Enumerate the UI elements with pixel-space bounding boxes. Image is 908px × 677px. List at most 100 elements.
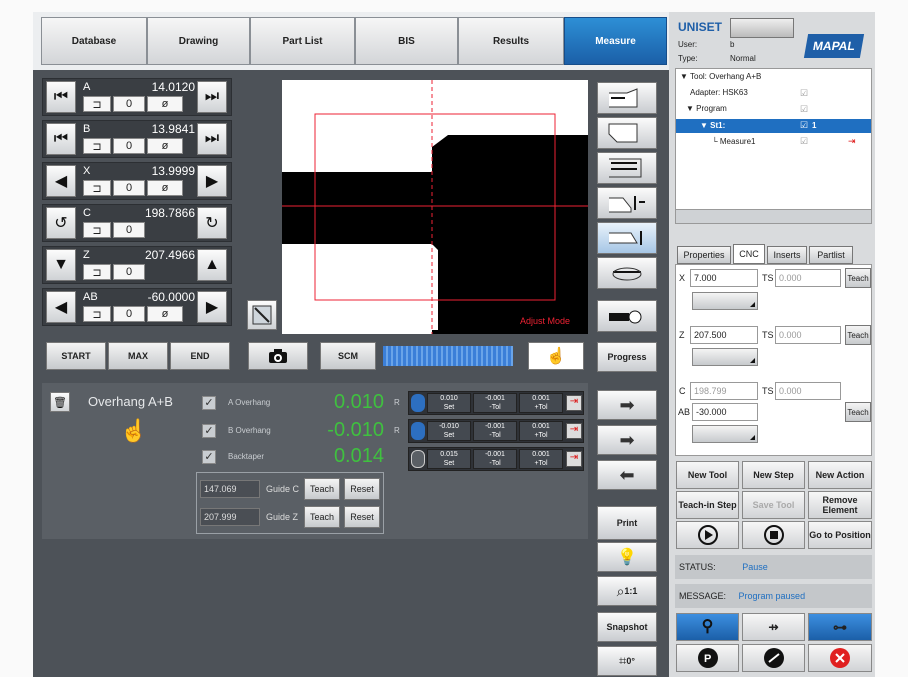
- arrow-right-icon[interactable]: ▶: [197, 165, 227, 197]
- new-action-button[interactable]: New Action: [808, 461, 872, 489]
- probe-measure-button[interactable]: ⇸: [742, 613, 805, 641]
- cnc-c-ts-field[interactable]: 0.000: [775, 382, 841, 400]
- cnc-x-teach-button[interactable]: Teach: [845, 268, 871, 288]
- axis-origin-icon[interactable]: ⊐: [83, 180, 111, 196]
- tab-bis[interactable]: BIS: [355, 17, 458, 65]
- set-cell[interactable]: 0.010 Set: [427, 393, 471, 413]
- checkbox-backtaper[interactable]: ✓: [202, 450, 216, 464]
- set-cell[interactable]: 0.015 Set: [427, 449, 471, 469]
- cnc-z-field[interactable]: 207.500: [690, 326, 758, 344]
- guide-c-reset-button[interactable]: Reset: [344, 478, 380, 500]
- light-button[interactable]: 💡: [597, 542, 657, 572]
- axis-phi[interactable]: ø: [147, 180, 183, 196]
- tab-cnc[interactable]: CNC: [733, 244, 765, 264]
- rotate-view-button[interactable]: ⌗ 0°: [597, 646, 657, 676]
- checkbox-a-overhang[interactable]: ✓: [202, 396, 216, 410]
- new-tool-button[interactable]: New Tool: [676, 461, 739, 489]
- cnc-x-dropdown[interactable]: [692, 292, 758, 310]
- axis-origin-icon[interactable]: ⊐: [83, 138, 111, 154]
- tree-item-adapter[interactable]: Adapter: HSK63: [690, 88, 748, 97]
- camera-button[interactable]: [248, 342, 308, 370]
- cnc-ab-field[interactable]: -30.000: [692, 403, 758, 421]
- neg-tol-cell[interactable]: -0.001 -Tol: [473, 421, 517, 441]
- tree-scrollbar[interactable]: [676, 209, 871, 223]
- cnc-ab-teach-button[interactable]: Teach: [845, 402, 871, 422]
- tab-results[interactable]: Results: [458, 17, 564, 65]
- end-button[interactable]: END: [170, 342, 230, 370]
- neg-tol-cell[interactable]: -0.001 -Tol: [473, 393, 517, 413]
- checkbox-b-overhang[interactable]: ✓: [202, 424, 216, 438]
- axis-phi[interactable]: ø: [147, 138, 183, 154]
- guide-z-value[interactable]: 207.999: [200, 508, 260, 526]
- axis-phi[interactable]: ø: [147, 306, 183, 322]
- park-button[interactable]: P: [676, 644, 739, 672]
- max-button[interactable]: MAX: [108, 342, 168, 370]
- ring-icon[interactable]: [411, 450, 425, 468]
- tool-edge-4-button[interactable]: [597, 187, 657, 219]
- skip-back-icon[interactable]: ⏮: [46, 81, 76, 113]
- reset-button[interactable]: [742, 644, 805, 672]
- tree-item-measure[interactable]: └ Measure1: [712, 137, 755, 146]
- camera-view[interactable]: Adjust Mode: [282, 80, 588, 334]
- rotate-cw-icon[interactable]: ↻: [197, 207, 227, 239]
- tree-item-tool[interactable]: ▼ Tool: Overhang A+B: [680, 72, 761, 81]
- axis-origin-icon[interactable]: ⊐: [83, 306, 111, 322]
- tab-drawing[interactable]: Drawing: [147, 17, 250, 65]
- tool-edge-3-button[interactable]: [597, 152, 657, 184]
- guide-c-value[interactable]: 147.069: [200, 480, 260, 498]
- tool-edge-2-button[interactable]: [597, 117, 657, 149]
- print-button[interactable]: Print: [597, 506, 657, 540]
- new-step-button[interactable]: New Step: [742, 461, 805, 489]
- trash-icon[interactable]: 🗑: [50, 392, 70, 412]
- hand-button[interactable]: ☝: [528, 342, 584, 370]
- play-button[interactable]: [676, 521, 739, 549]
- rotate-ccw-icon[interactable]: ↺: [46, 207, 76, 239]
- arrow-right-button-2[interactable]: ➡: [597, 425, 657, 455]
- cnc-ab-dropdown[interactable]: [692, 425, 758, 443]
- axis-origin-icon[interactable]: ⊐: [83, 96, 111, 112]
- probe-down-button[interactable]: ⚲: [676, 613, 739, 641]
- start-button[interactable]: START: [46, 342, 106, 370]
- guide-z-teach-button[interactable]: Teach: [304, 506, 340, 528]
- cnc-z-ts-field[interactable]: 0.000: [775, 326, 841, 344]
- arrow-down-icon[interactable]: ▼: [46, 249, 76, 281]
- arrow-left-button[interactable]: ⬅: [597, 460, 657, 490]
- tab-part-list[interactable]: Part List: [250, 17, 355, 65]
- tool-edge-5-button[interactable]: [597, 222, 657, 254]
- neg-tol-cell[interactable]: -0.001 -Tol: [473, 449, 517, 469]
- fit-view-icon[interactable]: [247, 300, 277, 330]
- tolerance-marker-icon[interactable]: ⇥: [566, 423, 582, 439]
- stop-button[interactable]: [742, 521, 805, 549]
- skip-forward-icon[interactable]: ⏭: [197, 81, 227, 113]
- axis-origin-icon[interactable]: ⊐: [83, 222, 111, 238]
- tab-measure[interactable]: Measure: [564, 17, 667, 65]
- axis-origin-icon[interactable]: ⊐: [83, 264, 111, 280]
- guide-z-reset-button[interactable]: Reset: [344, 506, 380, 528]
- save-tool-button[interactable]: Save Tool: [742, 491, 805, 519]
- skip-back-icon[interactable]: ⏮: [46, 123, 76, 155]
- tree-item-program[interactable]: ▼ Program: [686, 104, 727, 113]
- scm-button[interactable]: SCM: [320, 342, 376, 370]
- cnc-z-teach-button[interactable]: Teach: [845, 325, 871, 345]
- tool-probe-button[interactable]: [597, 300, 657, 332]
- tab-database[interactable]: Database: [41, 17, 147, 65]
- cnc-x-field[interactable]: 7.000: [690, 269, 758, 287]
- arrow-left-icon[interactable]: ◀: [46, 165, 76, 197]
- axis-phi[interactable]: ø: [147, 96, 183, 112]
- tab-properties[interactable]: Properties: [677, 246, 731, 264]
- progress-button[interactable]: Progress: [597, 342, 657, 372]
- tree-item-step[interactable]: ▼ St1:: [700, 121, 725, 130]
- tab-inserts[interactable]: Inserts: [767, 246, 807, 264]
- probe-side-button[interactable]: ⊶: [808, 613, 872, 641]
- zoom-button[interactable]: ⌕ 1:1: [597, 576, 657, 606]
- arrow-up-icon[interactable]: ▲: [197, 249, 227, 281]
- arrow-right-icon[interactable]: ▶: [197, 291, 227, 323]
- ring-icon[interactable]: [411, 422, 425, 440]
- tab-partlist[interactable]: Partlist: [809, 246, 853, 264]
- cnc-c-field[interactable]: 198.799: [690, 382, 758, 400]
- pos-tol-cell[interactable]: 0.001 +Tol: [519, 421, 563, 441]
- tool-edge-1-button[interactable]: [597, 82, 657, 114]
- tolerance-marker-icon[interactable]: ⇥: [566, 451, 582, 467]
- arrow-left-icon[interactable]: ◀: [46, 291, 76, 323]
- arrow-right-button[interactable]: ➡: [597, 390, 657, 420]
